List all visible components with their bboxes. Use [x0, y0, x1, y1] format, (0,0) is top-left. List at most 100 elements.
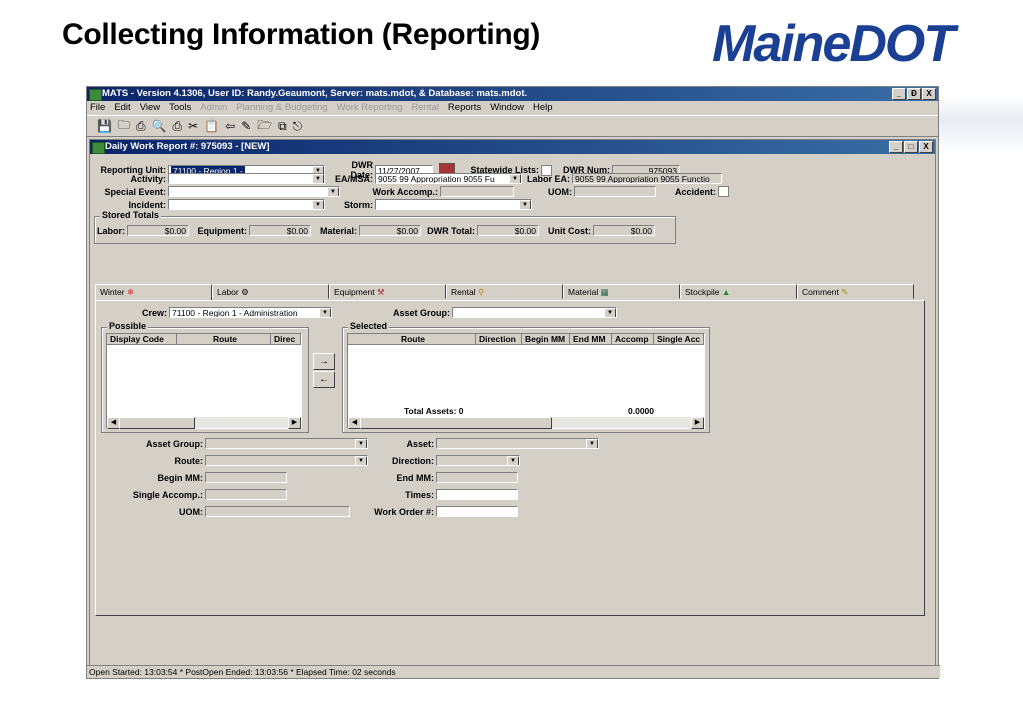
incident-select[interactable]: ▼ [168, 199, 325, 210]
menu-view[interactable]: View [140, 101, 160, 115]
winter-tab-panel: Crew: 71100 - Region 1 - Administration ▼… [95, 300, 925, 616]
menu-bar: File Edit View Tools Admin Planning & Bu… [87, 101, 938, 115]
ea-msa-select[interactable]: 9055 99 Appropriation 9055 Fu ▼ [375, 173, 522, 184]
total-assets-label: Total Assets: 0 [404, 406, 464, 416]
work-order-field[interactable] [436, 506, 518, 517]
detail-asset-group-select[interactable]: ▼ [205, 438, 368, 449]
save-icon[interactable]: 💾 [97, 119, 112, 133]
exit-icon[interactable]: ⎋ [293, 119, 303, 134]
selected-hscrollbar[interactable]: ◀ ▶ [348, 417, 704, 429]
unit-cost-label: Unit Cost: [548, 225, 591, 236]
print-icon[interactable]: ⎙ [136, 119, 146, 134]
chevron-down-icon[interactable]: ▼ [507, 456, 519, 465]
tab-material[interactable]: Material ▦ [563, 284, 680, 299]
menu-edit[interactable]: Edit [114, 101, 130, 115]
possible-list[interactable]: Display Code Route Direc ◀ ▶ [106, 333, 302, 429]
menu-help[interactable]: Help [533, 101, 553, 115]
col-single-acc[interactable]: Single Acc [654, 334, 704, 345]
report-minimize-button[interactable]: _ [889, 141, 903, 153]
menu-work-reporting[interactable]: Work Reporting [337, 101, 403, 115]
col-end-mm[interactable]: End MM [570, 334, 612, 345]
slide-title: Collecting Information (Reporting) [62, 18, 541, 51]
menu-window[interactable]: Window [490, 101, 524, 115]
chevron-down-icon[interactable]: ▼ [586, 439, 598, 448]
equipment-total-field: $0.00 [249, 225, 311, 236]
chevron-down-icon[interactable]: ▼ [509, 174, 521, 183]
labor-total-field: $0.00 [127, 225, 189, 236]
minimize-button[interactable]: _ [892, 88, 906, 100]
activity-select[interactable]: ▼ [168, 173, 325, 184]
menu-tools[interactable]: Tools [169, 101, 191, 115]
chevron-down-icon[interactable]: ▼ [519, 200, 531, 209]
special-event-select[interactable]: ▼ [168, 186, 340, 197]
chevron-down-icon[interactable]: ▼ [355, 456, 367, 465]
unit-cost-field: $0.00 [593, 225, 655, 236]
paste-icon[interactable]: 📋 [204, 119, 219, 133]
col-direction[interactable]: Direc [271, 334, 301, 345]
restore-button[interactable]: Ɖ [907, 88, 921, 100]
back-icon[interactable]: ⇦ [225, 119, 235, 133]
scroll-thumb[interactable] [119, 417, 195, 429]
move-left-button[interactable]: ← [313, 371, 335, 388]
col-begin-mm[interactable]: Begin MM [522, 334, 570, 345]
col-route[interactable]: Route [348, 334, 476, 345]
tab-labor[interactable]: Labor ⚙ [212, 284, 329, 299]
selected-list[interactable]: Route Direction Begin MM End MM Accomp S… [347, 333, 705, 429]
dwr-total-label: DWR Total: [427, 225, 475, 236]
print-preview-icon[interactable]: 🔍 [152, 119, 167, 133]
tab-comment[interactable]: Comment ✎ [797, 284, 914, 299]
accident-checkbox[interactable] [718, 186, 729, 197]
storm-select[interactable]: ▼ [375, 199, 532, 210]
chevron-down-icon[interactable]: ▼ [312, 174, 324, 183]
report-close-button[interactable]: X [919, 141, 933, 153]
chevron-down-icon[interactable]: ▼ [604, 308, 617, 317]
crew-select[interactable]: 71100 - Region 1 - Administration ▼ [169, 307, 333, 318]
menu-file[interactable]: File [90, 101, 105, 115]
selected-group: Selected Route Direction Begin MM End MM… [342, 321, 710, 433]
route-select[interactable]: ▼ [205, 455, 368, 466]
chevron-down-icon[interactable]: ▼ [355, 439, 367, 448]
app-icon [89, 89, 102, 101]
menu-rental[interactable]: Rental [411, 101, 438, 115]
tab-winter[interactable]: Winter ❄ [95, 284, 212, 301]
copy-icon[interactable]: ⧉ [278, 119, 287, 134]
asset-label: Asset: [406, 438, 434, 449]
status-bar: Open Started: 13:03:54 * PostOpen Ended:… [87, 665, 940, 678]
open-icon[interactable]: 🗀 [118, 116, 130, 137]
close-button[interactable]: X [922, 88, 936, 100]
possible-hscrollbar[interactable]: ◀ ▶ [107, 417, 301, 429]
cut-icon[interactable]: ✂ [188, 119, 198, 133]
scroll-thumb[interactable] [360, 417, 552, 429]
folder-icon[interactable]: 🗁 [257, 116, 272, 137]
print-alt-icon[interactable]: ⎙ [173, 119, 183, 134]
chevron-down-icon[interactable]: ▼ [319, 308, 332, 317]
chevron-down-icon[interactable]: ▼ [312, 200, 324, 209]
tab-rental[interactable]: Rental ⚲ [446, 284, 563, 299]
col-route[interactable]: Route [177, 334, 271, 345]
pen-icon[interactable]: ✎ [241, 119, 251, 133]
chevron-down-icon[interactable]: ▼ [327, 187, 339, 196]
direction-select[interactable]: ▼ [436, 455, 520, 466]
move-right-button[interactable]: → [313, 353, 335, 370]
truck-icon: ⚒ [377, 287, 385, 297]
menu-reports[interactable]: Reports [448, 101, 481, 115]
col-accomp[interactable]: Accomp [612, 334, 654, 345]
crew-label: Crew: [142, 307, 168, 318]
scroll-right-icon[interactable]: ▶ [691, 417, 704, 429]
tab-equipment[interactable]: Equipment ⚒ [329, 284, 446, 299]
scroll-right-icon[interactable]: ▶ [288, 417, 301, 429]
col-display-code[interactable]: Display Code [107, 334, 177, 345]
storm-label: Storm: [344, 199, 373, 210]
tab-stockpile[interactable]: Stockpile ▲ [680, 284, 797, 299]
col-direction[interactable]: Direction [476, 334, 522, 345]
times-label: Times: [405, 489, 434, 500]
menu-planning[interactable]: Planning & Budgeting [236, 101, 327, 115]
asset-group-select[interactable]: ▼ [452, 307, 618, 318]
material-total-label: Material: [319, 225, 357, 236]
times-field[interactable] [436, 489, 518, 500]
menu-admin[interactable]: Admin [200, 101, 227, 115]
daily-work-report-window: Daily Work Report #: 975093 - [NEW] _ □ … [89, 139, 936, 666]
asset-select[interactable]: ▼ [436, 438, 599, 449]
report-restore-button[interactable]: □ [904, 141, 918, 153]
detail-uom-field [205, 506, 350, 517]
